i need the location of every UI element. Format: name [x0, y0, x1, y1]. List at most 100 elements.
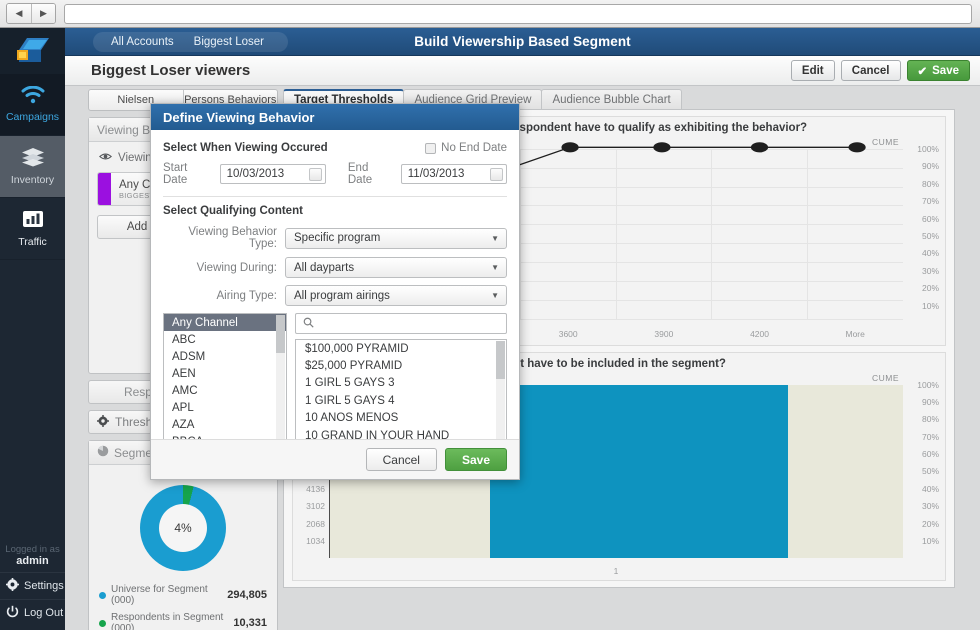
- url-input[interactable]: [64, 3, 972, 24]
- y-tick: 1034: [306, 536, 325, 547]
- program-item[interactable]: 1 GIRL 5 GAYS 4: [296, 392, 506, 409]
- cancel-button[interactable]: Cancel: [840, 60, 901, 81]
- rail-footer: Logged in as admin Settings Log Out: [0, 544, 65, 630]
- no-end-date-checkbox-row[interactable]: No End Date: [425, 142, 507, 154]
- username-label: admin: [16, 555, 49, 567]
- search-icon: [303, 317, 314, 331]
- program-search-input[interactable]: [295, 313, 507, 334]
- viewing-behavior-type-label: Viewing Behavior Type:: [188, 226, 277, 250]
- program-item[interactable]: $100,000 PYRAMID: [296, 340, 506, 357]
- end-date-input[interactable]: 11/03/2013: [400, 164, 507, 184]
- dialog-section-when: Select When Viewing Occured No End Date: [163, 142, 507, 154]
- breadcrumb: All Accounts Biggest Loser: [93, 31, 288, 52]
- chevron-down-icon: ▼: [491, 291, 499, 300]
- channel-item[interactable]: ADSM: [164, 348, 286, 365]
- page-header: Biggest Loser viewers Edit Cancel ✔ Save: [65, 56, 980, 86]
- settings-link[interactable]: Settings: [0, 572, 65, 599]
- app-root: ◀ ▶ Campaigns Inventory Traffic Logged i…: [0, 0, 980, 630]
- chevron-down-icon: ▼: [491, 263, 499, 272]
- breadcrumb-biggest-loser[interactable]: Biggest Loser: [184, 36, 274, 48]
- sidebar-item-inventory-label: Inventory: [10, 174, 55, 186]
- app-logo[interactable]: [0, 28, 65, 74]
- y-tick-right: 20%: [921, 283, 939, 294]
- airing-type-select[interactable]: All program airings ▼: [285, 285, 507, 306]
- viewing-during-select[interactable]: All dayparts ▼: [285, 257, 507, 278]
- y-tick-right: 50%: [921, 466, 939, 477]
- end-date-value: 11/03/2013: [407, 168, 465, 180]
- pie-icon: [97, 445, 109, 460]
- dialog-body: Select When Viewing Occured No End Date …: [151, 130, 519, 463]
- back-button[interactable]: ◀: [7, 4, 31, 23]
- dialog-save-button[interactable]: Save: [444, 448, 507, 471]
- y-tick-right: 80%: [921, 414, 939, 425]
- sidebar-item-inventory[interactable]: Inventory: [0, 136, 65, 198]
- airing-type-label: Airing Type:: [216, 289, 277, 302]
- tab-audience-bubble-chart[interactable]: Audience Bubble Chart: [541, 89, 682, 109]
- y-tick: 3102: [306, 501, 325, 512]
- channel-list-scrollbar[interactable]: [276, 315, 285, 448]
- section-when-heading: Select When Viewing Occured: [163, 142, 328, 154]
- gear-icon: [6, 578, 19, 594]
- y-tick-right: 80%: [921, 178, 939, 189]
- divider: [163, 196, 507, 197]
- occasions-bar-1: [490, 384, 789, 558]
- legend-dot-universe: [99, 591, 106, 599]
- airing-type-row: Airing Type: All program airings ▼: [163, 285, 507, 306]
- no-end-date-label: No End Date: [441, 142, 507, 154]
- bar-chart-icon: [22, 209, 44, 233]
- program-item[interactable]: 1 GIRL 5 GAYS 3: [296, 375, 506, 392]
- calendar-icon[interactable]: [308, 168, 322, 181]
- calendar-icon[interactable]: [490, 168, 503, 181]
- forward-button[interactable]: ▶: [31, 4, 55, 23]
- behavior-color-swatch: [98, 173, 111, 205]
- y-tick-right: 20%: [921, 518, 939, 529]
- channel-item-any[interactable]: Any Channel: [164, 314, 286, 331]
- dialog-cancel-button[interactable]: Cancel: [365, 448, 437, 471]
- y-tick-right: 30%: [921, 501, 939, 512]
- viewing-during-row: Viewing During: All dayparts ▼: [163, 257, 507, 278]
- channel-item[interactable]: AEN: [164, 365, 286, 382]
- x-tick: More: [845, 328, 865, 339]
- browser-toolbar: ◀ ▶: [0, 0, 980, 28]
- legend-respondents-value: 10,331: [233, 617, 267, 629]
- eye-icon: [98, 152, 113, 164]
- date-row: Start Date 10/03/2013 End Date 11/03/201…: [163, 162, 507, 186]
- minutes-chart-right-axis: 100% 90% 80% 70% 60% 50% 40% 30% 20% 10%: [907, 143, 939, 317]
- occasions-chart-right-axis: 100% 90% 80% 70% 60% 50% 40% 30% 20% 10%: [907, 379, 939, 553]
- power-icon: [6, 605, 19, 621]
- channel-item[interactable]: APL: [164, 399, 286, 416]
- channel-item[interactable]: AMC: [164, 382, 286, 399]
- channel-item[interactable]: AZA: [164, 416, 286, 433]
- sidebar-item-campaigns[interactable]: Campaigns: [0, 74, 65, 136]
- breadcrumb-all-accounts[interactable]: All Accounts: [101, 36, 184, 48]
- sidebar-item-traffic-label: Traffic: [18, 236, 47, 248]
- donut-center-label: 4%: [159, 504, 207, 552]
- y-tick-right: 100%: [917, 144, 939, 154]
- legend-dot-respondents: [99, 619, 106, 627]
- channel-item[interactable]: ABC: [164, 331, 286, 348]
- app-rail: Campaigns Inventory Traffic Logged in as…: [0, 28, 65, 630]
- app-logo-icon: [16, 38, 49, 62]
- occasions-chart-x-axis: 1: [613, 566, 619, 576]
- sidebar-item-traffic[interactable]: Traffic: [0, 198, 65, 260]
- program-item[interactable]: $25,000 PYRAMID: [296, 357, 506, 374]
- x-tick: 4200: [750, 328, 769, 339]
- x-tick: 3900: [654, 328, 674, 339]
- y-tick-right: 50%: [921, 230, 939, 241]
- y-tick: 4136: [306, 483, 325, 494]
- y-tick-right: 70%: [921, 431, 939, 442]
- no-end-date-checkbox[interactable]: [425, 142, 437, 154]
- workspace: Nielsen Persons Behaviors Viewing Behavi…: [65, 86, 980, 630]
- edit-button[interactable]: Edit: [790, 60, 835, 81]
- layers-icon: [21, 147, 45, 171]
- legend-universe-value: 294,805: [227, 589, 267, 601]
- channel-list[interactable]: Any Channel ABC ADSM AEN AMC APL AZA BBC…: [163, 313, 287, 450]
- viewing-behavior-type-select[interactable]: Specific program ▼: [285, 227, 507, 249]
- start-date-input[interactable]: 10/03/2013: [219, 164, 326, 184]
- legend-respondents: Respondents in Segment (000) 10,331: [97, 609, 269, 630]
- logout-link[interactable]: Log Out: [0, 599, 65, 626]
- settings-label: Settings: [24, 580, 64, 592]
- program-item[interactable]: 10 ANOS MENOS: [296, 410, 506, 427]
- y-tick-right: 70%: [921, 196, 939, 207]
- save-button[interactable]: ✔ Save: [906, 60, 970, 81]
